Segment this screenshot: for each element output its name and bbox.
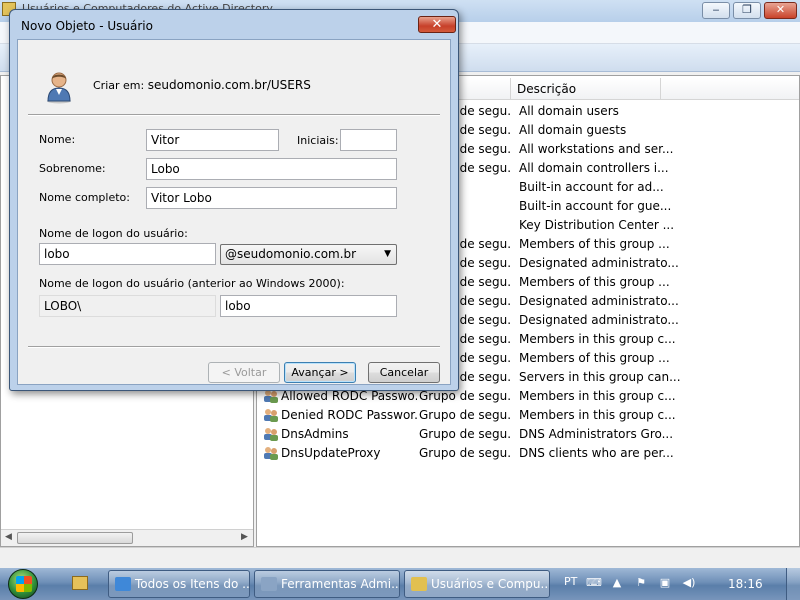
control-panel-icon: [115, 577, 131, 591]
row-description: DNS clients who are per...: [519, 446, 674, 460]
row-description: Designated administrato...: [519, 294, 679, 308]
scroll-left-icon[interactable]: ◀: [5, 532, 12, 542]
create-in-label: Criar em:: [93, 79, 145, 92]
minimize-button[interactable]: ‒: [702, 2, 730, 19]
create-in-path: seudomonio.com.br/USERS: [147, 78, 311, 92]
start-button[interactable]: [8, 569, 38, 599]
clock[interactable]: 18:16: [728, 577, 763, 591]
row-description: Designated administrato...: [519, 256, 679, 270]
window-close-button[interactable]: ✕: [764, 2, 797, 19]
last-name-field[interactable]: [146, 158, 397, 180]
row-description: Built-in account for ad...: [519, 180, 664, 194]
show-hidden-icons-icon[interactable]: ▲: [610, 577, 624, 589]
group-icon: [263, 408, 279, 422]
row-type: Grupo de segu...: [419, 389, 511, 403]
row-description: All domain guests: [519, 123, 627, 137]
row-name: Denied RODC Passwor...: [281, 408, 417, 422]
initials-label: Iniciais:: [297, 134, 339, 147]
new-user-dialog: Novo Objeto - Usuário ✕ Criar em: seudom…: [9, 9, 459, 391]
row-description: Key Distribution Center ...: [519, 218, 675, 232]
row-description: Designated administrato...: [519, 313, 679, 327]
row-description: Servers in this group can...: [519, 370, 681, 384]
status-bar: [0, 547, 800, 568]
row-description: Members of this group ...: [519, 237, 670, 251]
scroll-thumb[interactable]: [17, 532, 133, 544]
taskbar-button-label: Usuários e Compu...: [431, 577, 550, 591]
network-icon[interactable]: ▣: [658, 577, 672, 589]
row-description: All domain users: [519, 104, 619, 118]
taskbar-button[interactable]: Todos os Itens do ...: [108, 570, 250, 598]
next-button[interactable]: Avançar >: [284, 362, 356, 383]
row-description: All domain controllers i...: [519, 161, 669, 175]
separator: [28, 114, 440, 116]
column-header-description-label: Descrição: [517, 82, 577, 96]
taskbar: Todos os Itens do ... Ferramentas Admi...…: [0, 568, 800, 600]
dialog-title: Novo Objeto - Usuário: [21, 19, 153, 33]
row-description: Built-in account for gue...: [519, 199, 672, 213]
logon-name-label: Nome de logon do usuário:: [39, 227, 188, 240]
domain-suffix-value: @seudomonio.com.br: [225, 247, 357, 261]
row-name: Allowed RODC Passwo...: [281, 389, 417, 403]
row-description: Members in this group c...: [519, 408, 676, 422]
first-name-label: Nome:: [39, 133, 76, 146]
row-type: Grupo de segu...: [419, 446, 511, 460]
legacy-domain-field: [39, 295, 216, 317]
explorer-quicklaunch-icon[interactable]: [72, 576, 88, 590]
initials-field[interactable]: [340, 129, 397, 151]
row-name: DnsAdmins: [281, 427, 349, 441]
row-name: DnsUpdateProxy: [281, 446, 381, 460]
chevron-down-icon: ▼: [384, 249, 391, 259]
back-button[interactable]: < Voltar: [208, 362, 280, 383]
scroll-right-icon[interactable]: ▶: [241, 532, 248, 542]
maximize-button[interactable]: ❐: [733, 2, 761, 19]
last-name-label: Sobrenome:: [39, 162, 106, 175]
table-row[interactable]: Denied RODC Passwor... Grupo de segu... Me…: [257, 406, 799, 425]
user-icon: [47, 72, 71, 104]
legacy-logon-field[interactable]: [220, 295, 397, 317]
column-header-description[interactable]: Descrição: [511, 78, 661, 100]
taskbar-button[interactable]: Usuários e Compu...: [404, 570, 550, 598]
horizontal-scrollbar[interactable]: ◀ ▶: [1, 529, 253, 546]
logon-name-field[interactable]: [39, 243, 216, 265]
row-description: Members of this group ...: [519, 351, 670, 365]
volume-icon[interactable]: ◀): [682, 577, 696, 589]
taskbar-button-label: Todos os Itens do ...: [135, 577, 250, 591]
full-name-label: Nome completo:: [39, 191, 130, 204]
legacy-logon-label: Nome de logon do usuário (anterior ao Wi…: [39, 277, 345, 290]
table-row[interactable]: DnsAdmins Grupo de segu... DNS Administrat…: [257, 425, 799, 444]
taskbar-button[interactable]: Ferramentas Admi...: [254, 570, 400, 598]
separator: [28, 346, 440, 348]
full-name-field[interactable]: [146, 187, 397, 209]
dialog-close-button[interactable]: ✕: [418, 16, 456, 33]
action-center-flag-icon[interactable]: ⚑: [634, 577, 648, 589]
first-name-field[interactable]: [146, 129, 279, 151]
create-in-row: Criar em: seudomonio.com.br/USERS: [93, 78, 311, 92]
group-icon: [263, 389, 279, 403]
cancel-button[interactable]: Cancelar: [368, 362, 440, 383]
domain-suffix-select[interactable]: @seudomonio.com.br ▼: [220, 244, 397, 265]
keyboard-icon[interactable]: ⌨: [586, 577, 602, 589]
language-indicator[interactable]: PT: [564, 575, 577, 588]
dialog-body: Criar em: seudomonio.com.br/USERS Nome: …: [17, 39, 451, 385]
column-header-filler: [661, 78, 799, 100]
admin-tools-icon: [261, 577, 277, 591]
ad-users-icon: [411, 577, 427, 591]
row-type: Grupo de segu...: [419, 408, 511, 422]
table-row[interactable]: DnsUpdateProxy Grupo de segu... DNS client…: [257, 444, 799, 463]
windows-logo-icon: [16, 576, 32, 592]
show-desktop-button[interactable]: [786, 568, 800, 600]
row-description: DNS Administrators Gro...: [519, 427, 674, 441]
taskbar-button-label: Ferramentas Admi...: [281, 577, 400, 591]
row-description: Members of this group ...: [519, 275, 670, 289]
row-description: Members in this group c...: [519, 389, 676, 403]
group-icon: [263, 446, 279, 460]
row-description: Members in this group c...: [519, 332, 676, 346]
row-description: All workstations and ser...: [519, 142, 674, 156]
group-icon: [263, 427, 279, 441]
row-type: Grupo de segu...: [419, 427, 511, 441]
